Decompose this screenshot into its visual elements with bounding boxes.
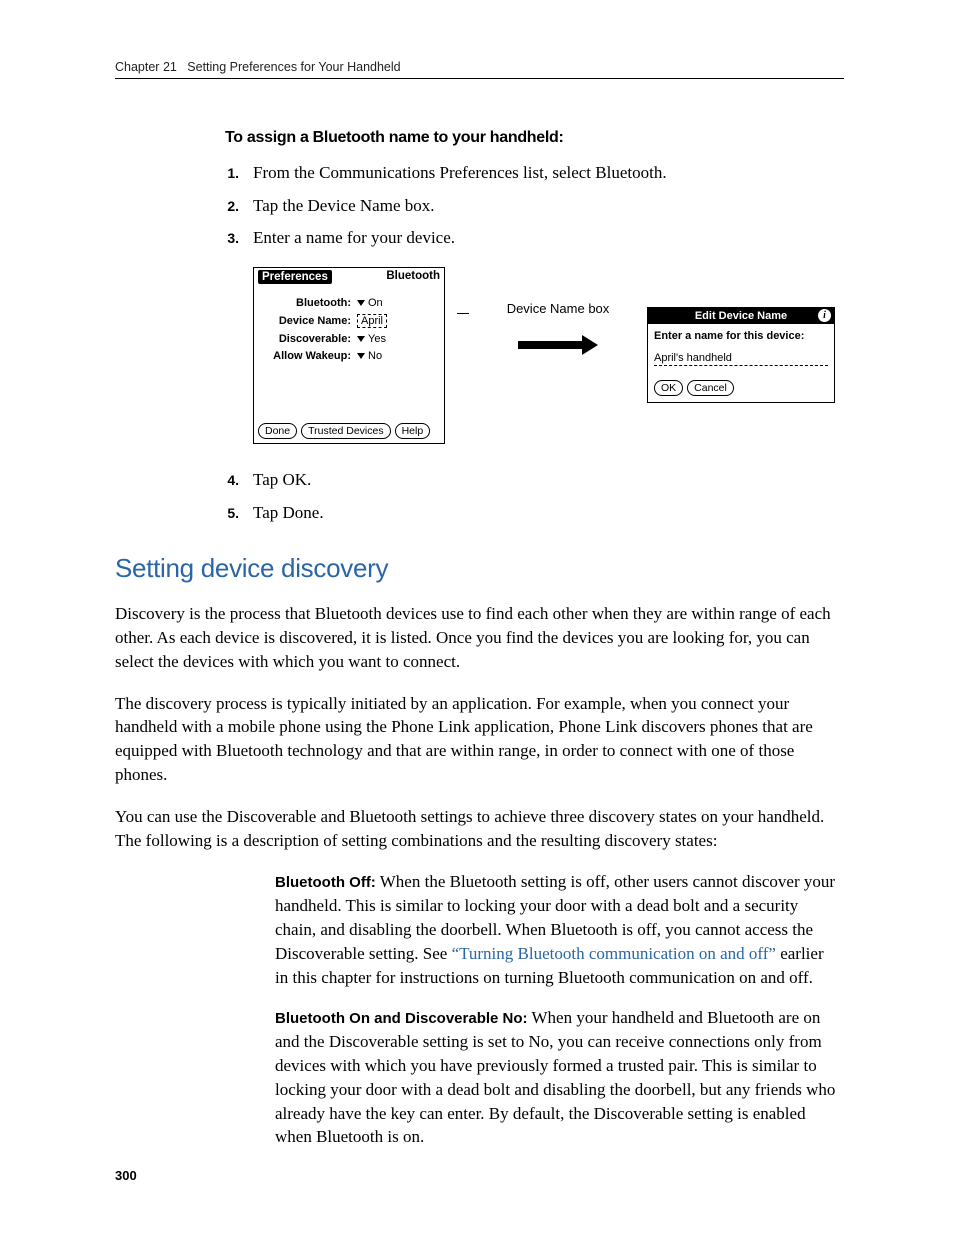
- info-icon[interactable]: i: [818, 309, 831, 322]
- page-number: 300: [115, 1168, 137, 1183]
- state-bluetooth-on-discoverable-no: Bluetooth On and Discoverable No: When y…: [275, 1006, 836, 1149]
- step-number: 3.: [225, 226, 239, 251]
- step-number: 4.: [225, 468, 239, 493]
- callout-line: [457, 313, 469, 314]
- section-heading: Setting device discovery: [115, 553, 844, 584]
- state-bluetooth-off: Bluetooth Off: When the Bluetooth settin…: [275, 870, 836, 989]
- dropdown-icon[interactable]: [357, 336, 365, 342]
- body-paragraph: Discovery is the process that Bluetooth …: [115, 602, 844, 673]
- body-paragraph: The discovery process is typically initi…: [115, 692, 844, 787]
- procedure-steps-first: 1. From the Communications Preferences li…: [225, 161, 844, 251]
- step-text: From the Communications Preferences list…: [253, 161, 667, 186]
- step-text: Enter a name for your device.: [253, 226, 455, 251]
- dialog-title: Edit Device Name: [695, 310, 787, 322]
- body-paragraph: You can use the Discoverable and Bluetoo…: [115, 805, 844, 853]
- chapter-number: Chapter 21: [115, 60, 177, 74]
- bluetooth-label: Bluetooth:: [258, 297, 357, 309]
- step-text: Tap the Device Name box.: [253, 194, 435, 219]
- edit-device-name-dialog: Edit Device Name i Enter a name for this…: [647, 307, 835, 403]
- step-text: Tap OK.: [253, 468, 311, 493]
- dropdown-icon[interactable]: [357, 300, 365, 306]
- state-body: When your handheld and Bluetooth are on …: [275, 1008, 835, 1146]
- allow-wakeup-label: Allow Wakeup:: [258, 350, 357, 362]
- bluetooth-value[interactable]: On: [368, 297, 383, 309]
- palm-title-left: Preferences: [258, 270, 332, 284]
- allow-wakeup-value[interactable]: No: [368, 350, 382, 362]
- state-title: Bluetooth On and Discoverable No:: [275, 1010, 528, 1027]
- discoverable-label: Discoverable:: [258, 333, 357, 345]
- arrow-right-icon: [518, 338, 598, 352]
- chapter-title: Setting Preferences for Your Handheld: [187, 60, 400, 74]
- device-name-input[interactable]: April: [357, 314, 387, 328]
- palm-title-right: Bluetooth: [386, 270, 440, 284]
- cross-reference-link[interactable]: “Turning Bluetooth communication on and …: [452, 944, 776, 963]
- ok-button[interactable]: OK: [654, 380, 683, 396]
- step-number: 5.: [225, 501, 239, 526]
- trusted-devices-button[interactable]: Trusted Devices: [301, 423, 390, 439]
- discoverable-value[interactable]: Yes: [368, 333, 386, 345]
- page-header: Chapter 21 Setting Preferences for Your …: [115, 60, 844, 74]
- procedure-heading: To assign a Bluetooth name to your handh…: [225, 129, 844, 147]
- step-number: 1.: [225, 161, 239, 186]
- procedure-steps-second: 4. Tap OK. 5. Tap Done.: [225, 468, 844, 525]
- done-button[interactable]: Done: [258, 423, 297, 439]
- figure-row: Preferences Bluetooth Bluetooth: On Devi…: [253, 267, 844, 444]
- device-name-label: Device Name:: [258, 315, 357, 327]
- palm-preferences-screen: Preferences Bluetooth Bluetooth: On Devi…: [253, 267, 445, 444]
- state-title: Bluetooth Off:: [275, 874, 376, 891]
- help-button[interactable]: Help: [395, 423, 431, 439]
- callout-label: Device Name box: [483, 301, 633, 316]
- step-number: 2.: [225, 194, 239, 219]
- dialog-prompt: Enter a name for this device:: [654, 330, 828, 344]
- cancel-button[interactable]: Cancel: [687, 380, 734, 396]
- step-text: Tap Done.: [253, 501, 324, 526]
- device-name-text-input[interactable]: April's handheld: [654, 352, 828, 366]
- dropdown-icon[interactable]: [357, 353, 365, 359]
- header-rule: [115, 78, 844, 79]
